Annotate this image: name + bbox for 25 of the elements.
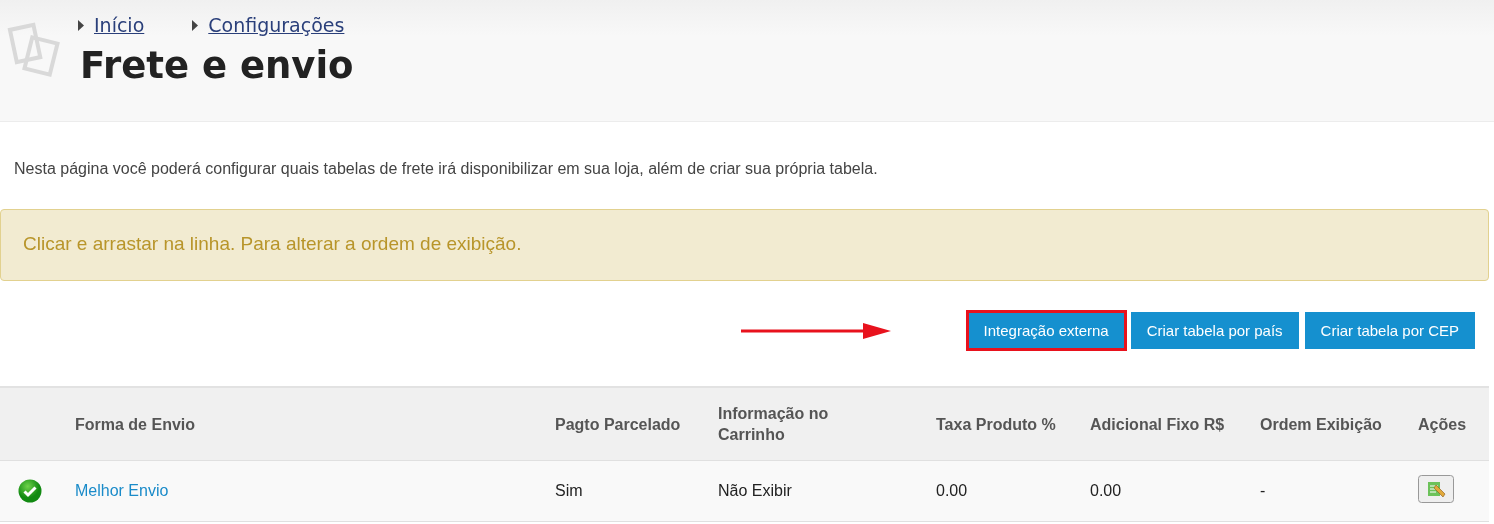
caret-icon (78, 19, 84, 31)
column-header: Forma de Envio (75, 414, 196, 435)
column-header: Ações (1418, 414, 1467, 435)
table-cell: Não Exibir (718, 482, 792, 499)
breadcrumb-link[interactable]: Início (94, 14, 145, 36)
edit-icon[interactable] (1418, 475, 1454, 503)
action-button[interactable]: Criar tabela por CEP (1304, 312, 1475, 349)
column-header: Pagto Parcelado (555, 414, 681, 435)
breadcrumb-link[interactable]: Configurações (208, 14, 345, 36)
info-alert: Clicar e arrastar na linha. Para alterar a ordem de exibição. (0, 209, 1489, 281)
column-header: Informação no Carrinho (718, 404, 830, 445)
description-text: Nesta página você poderá configurar quais tabelas de frete irá disponibilizar em sua loja, além de criar sua própria tabela. (14, 160, 879, 178)
table-cell: 0.00 (936, 482, 968, 499)
table-cell: Sim (555, 482, 583, 499)
arrow-icon (741, 321, 891, 341)
page-title: Frete e envio (80, 44, 355, 87)
caret-icon (192, 19, 199, 31)
column-header: Adicional Fixo R$ (1090, 414, 1225, 435)
table-cell: - (1260, 482, 1266, 499)
action-button[interactable]: Criar tabela por país (1130, 312, 1299, 349)
shipping-method-link[interactable]: Melhor Envio (75, 482, 169, 499)
column-header: Ordem Exibição (1260, 414, 1382, 435)
column-header: Taxa Produto % (936, 414, 1056, 435)
table-cell: 0.00 (1090, 482, 1122, 499)
action-button[interactable]: Integração externa (967, 312, 1125, 349)
